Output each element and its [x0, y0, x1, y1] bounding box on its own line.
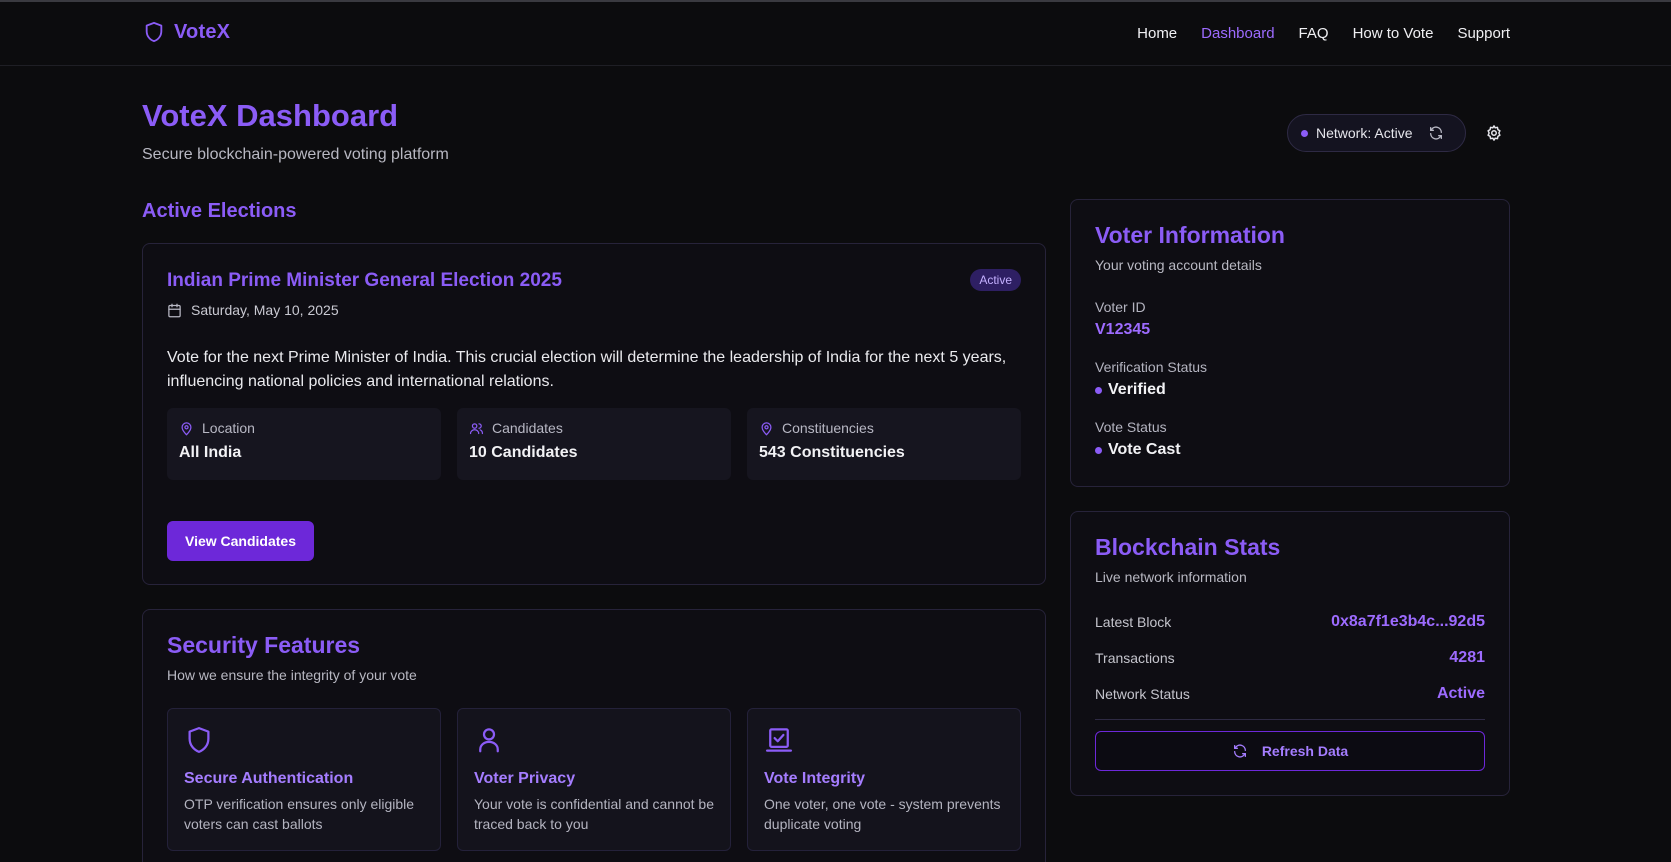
- vote-status-label: Vote Status: [1095, 419, 1167, 435]
- voter-information-title: Voter Information: [1095, 222, 1285, 248]
- stat-value: 543 Constituencies: [759, 444, 905, 461]
- divider: [1095, 719, 1485, 720]
- stat-value: 10 Candidates: [469, 444, 578, 461]
- feature-description: OTP verification ensures only eligible v…: [184, 796, 415, 832]
- voter-id-value: V12345: [1095, 321, 1151, 338]
- feature-secure-authentication: Secure Authentication OTP verification e…: [167, 708, 441, 851]
- network-status-label: Network: Active: [1316, 125, 1413, 141]
- feature-title: Vote Integrity: [764, 770, 866, 787]
- transactions-value: 4281: [1449, 649, 1485, 666]
- verification-status-label: Verification Status: [1095, 359, 1208, 375]
- vote-status-value: Vote Cast: [1108, 441, 1181, 458]
- stat-location: Location All India: [167, 408, 441, 480]
- feature-description: One voter, one vote - system prevents du…: [764, 796, 1001, 832]
- feature-description: Your vote is confidential and cannot be …: [474, 796, 714, 832]
- top-navbar: VoteX Home Dashboard FAQ How to Vote Sup…: [0, 2, 1671, 66]
- network-status-value: Active: [1436, 685, 1485, 702]
- blockchain-stats-card: Blockchain Stats Live network informatio…: [1070, 511, 1510, 796]
- security-features-title: Security Features: [167, 632, 361, 658]
- status-badge: Active: [970, 269, 1021, 291]
- nav-link-how-to-vote[interactable]: How to Vote: [1353, 25, 1434, 42]
- refresh-data-button[interactable]: Refresh Data: [1095, 731, 1485, 771]
- brand-logo[interactable]: VoteX: [143, 20, 230, 44]
- election-card: Indian Prime Minister General Election 2…: [142, 243, 1046, 585]
- gear-icon[interactable]: [1485, 124, 1503, 142]
- security-features-card: Security Features How we ensure the inte…: [142, 609, 1046, 862]
- page-title: VoteX Dashboard: [142, 98, 399, 133]
- feature-title: Secure Authentication: [184, 770, 354, 787]
- election-description: Vote for the next Prime Minister of Indi…: [167, 349, 1007, 390]
- blockchain-stats-title: Blockchain Stats: [1095, 534, 1281, 560]
- verification-status-field: Verification Status Verified: [1095, 359, 1207, 399]
- feature-title: Voter Privacy: [474, 770, 576, 787]
- voter-id-label: Voter ID: [1095, 299, 1146, 315]
- latest-block-label: Latest Block: [1095, 614, 1172, 630]
- nav-link-home[interactable]: Home: [1137, 25, 1177, 42]
- status-dot: [1095, 386, 1102, 394]
- stat-label: Location: [202, 420, 255, 436]
- ballot-check-icon: [766, 728, 792, 752]
- voter-id-field: Voter ID V12345: [1095, 299, 1150, 339]
- shield-icon: [188, 727, 210, 753]
- transactions-row: Transactions 4281: [1095, 649, 1485, 667]
- transactions-label: Transactions: [1095, 650, 1175, 666]
- security-features-subtitle: How we ensure the integrity of your vote: [167, 667, 417, 683]
- active-elections-heading: Active Elections: [142, 200, 297, 222]
- nav-link-faq[interactable]: FAQ: [1299, 25, 1329, 42]
- voter-information-subtitle: Your voting account details: [1095, 257, 1262, 273]
- status-dot: [1095, 446, 1102, 454]
- stat-label: Candidates: [492, 420, 563, 436]
- vote-status-field: Vote Status Vote Cast: [1095, 419, 1181, 459]
- stat-label: Constituencies: [782, 420, 874, 436]
- voter-information-card: Voter Information Your voting account de…: [1070, 199, 1510, 487]
- shield-logo-icon: [145, 21, 163, 43]
- status-dot: [1301, 129, 1308, 137]
- network-status-row-label: Network Status: [1095, 686, 1190, 702]
- page-subtitle: Secure blockchain-powered voting platfor…: [142, 146, 449, 163]
- stat-value: All India: [179, 444, 242, 461]
- map-pin-icon: [761, 421, 772, 435]
- election-stats: Location All India Candidates 10 Candida…: [167, 408, 1021, 480]
- network-status-row: Network Status Active: [1095, 685, 1485, 703]
- election-title[interactable]: Indian Prime Minister General Election 2…: [167, 270, 562, 292]
- refresh-data-label: Refresh Data: [1261, 743, 1349, 759]
- election-date-text: Saturday, May 10, 2025: [191, 302, 339, 318]
- nav-links: Home Dashboard FAQ How to Vote Support: [1137, 25, 1510, 42]
- feature-voter-privacy: Voter Privacy Your vote is confidential …: [457, 708, 731, 851]
- stat-constituencies: Constituencies 543 Constituencies: [747, 408, 1021, 480]
- user-icon: [479, 728, 499, 753]
- election-date: Saturday, May 10, 2025: [167, 302, 339, 318]
- view-candidates-button[interactable]: View Candidates: [167, 521, 314, 561]
- refresh-icon: [1233, 744, 1246, 758]
- nav-link-support[interactable]: Support: [1457, 25, 1510, 42]
- verification-status-value: Verified: [1108, 381, 1166, 398]
- map-pin-icon: [181, 421, 192, 435]
- refresh-icon[interactable]: [1428, 125, 1444, 141]
- latest-block-value: 0x8a7f1e3b4c...92d5: [1331, 613, 1485, 630]
- latest-block-row: Latest Block 0x8a7f1e3b4c...92d5: [1095, 613, 1485, 631]
- users-icon: [469, 422, 484, 434]
- blockchain-stats-subtitle: Live network information: [1095, 569, 1247, 585]
- brand-name: VoteX: [174, 20, 231, 43]
- feature-list: Secure Authentication OTP verification e…: [167, 708, 1021, 851]
- network-status-pill[interactable]: Network: Active: [1287, 114, 1466, 152]
- feature-vote-integrity: Vote Integrity One voter, one vote - sys…: [747, 708, 1021, 851]
- stat-candidates: Candidates 10 Candidates: [457, 408, 731, 480]
- nav-link-dashboard[interactable]: Dashboard: [1201, 25, 1274, 42]
- calendar-icon: [168, 303, 181, 317]
